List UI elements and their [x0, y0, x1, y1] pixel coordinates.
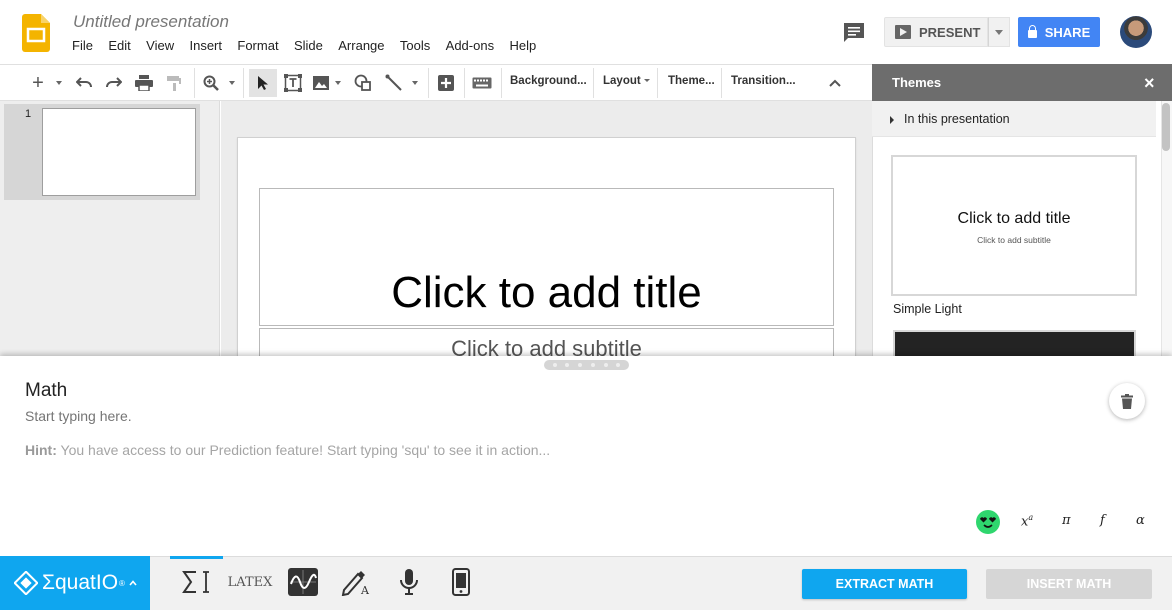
insert-math-button[interactable]: INSERT MATH — [986, 569, 1152, 599]
expand-arrow-icon — [890, 116, 894, 124]
comments-icon[interactable] — [842, 22, 866, 44]
zoom-dropdown-icon[interactable] — [226, 73, 238, 93]
menu-addons[interactable]: Add-ons — [446, 38, 494, 53]
extract-math-button[interactable]: EXTRACT MATH — [802, 569, 967, 599]
menu-file[interactable]: File — [72, 38, 93, 53]
avatar[interactable] — [1120, 16, 1152, 48]
menu-view[interactable]: View — [146, 38, 174, 53]
theme-preview-title: Click to add title — [957, 210, 1071, 227]
superscript-symbol-button[interactable]: xa — [1021, 513, 1033, 529]
new-slide-plus-icon[interactable]: + — [28, 72, 48, 94]
svg-text:A: A — [360, 584, 370, 596]
menu-edit[interactable]: Edit — [108, 38, 130, 53]
present-play-icon — [895, 25, 911, 39]
image-dropdown-icon[interactable] — [333, 73, 343, 93]
menu-tools[interactable]: Tools — [400, 38, 430, 53]
equatio-brand-label: ΣquatIO — [42, 571, 119, 594]
theme-name: Simple Light — [893, 302, 962, 316]
handwriting-pen-icon[interactable]: A — [340, 566, 372, 598]
print-icon[interactable] — [133, 73, 155, 93]
math-hint: Hint: You have access to our Prediction … — [25, 442, 550, 458]
mobile-phone-icon[interactable] — [449, 566, 473, 598]
keyboard-icon[interactable] — [471, 73, 493, 93]
trash-icon[interactable] — [1109, 383, 1145, 419]
equatio-brand-button[interactable]: ΣquatIO ® — [0, 556, 150, 610]
shape-icon[interactable] — [352, 73, 374, 93]
hint-prefix: Hint: — [25, 442, 57, 458]
latex-editor-button[interactable]: LATEX — [228, 566, 273, 598]
math-editor-sigma-icon[interactable] — [180, 566, 212, 598]
theme-button[interactable]: Theme... — [668, 75, 715, 87]
present-label: PRESENT — [919, 24, 981, 40]
undo-icon[interactable] — [73, 73, 95, 93]
menu-slide[interactable]: Slide — [294, 38, 323, 53]
slide-thumbnail[interactable] — [42, 108, 196, 196]
line-dropdown-icon[interactable] — [409, 73, 421, 93]
theme-card-dark[interactable] — [893, 330, 1136, 356]
layout-dropdown-icon — [643, 79, 650, 83]
emoji-heart-eyes-icon[interactable] — [976, 510, 1000, 534]
math-input[interactable] — [25, 408, 525, 424]
background-button[interactable]: Background... — [510, 75, 587, 87]
transition-button[interactable]: Transition... — [731, 75, 796, 87]
present-dropdown-button[interactable] — [988, 17, 1010, 47]
panel-drag-handle[interactable] — [544, 360, 629, 370]
present-button[interactable]: PRESENT — [884, 17, 988, 47]
in-this-presentation-section[interactable]: In this presentation — [872, 101, 1156, 137]
text-box-icon[interactable] — [283, 73, 303, 93]
equatio-logo-icon — [14, 571, 38, 595]
active-tab-indicator — [170, 556, 223, 559]
menu-insert[interactable]: Insert — [189, 38, 222, 53]
menu-bar: File Edit View Insert Format Slide Arran… — [72, 38, 552, 53]
select-arrow-icon[interactable] — [249, 69, 277, 97]
new-slide-dropdown-icon[interactable] — [52, 73, 66, 93]
slide-number: 1 — [25, 108, 32, 120]
add-comment-icon[interactable] — [436, 73, 456, 93]
app-header: Untitled presentation File Edit View Ins… — [0, 0, 1172, 64]
menu-help[interactable]: Help — [509, 38, 536, 53]
zoom-icon[interactable] — [200, 73, 222, 93]
theme-preview-subtitle: Click to add subtitle — [977, 235, 1051, 245]
pi-symbol-button[interactable]: π — [1062, 513, 1071, 528]
share-label: SHARE — [1044, 24, 1091, 40]
graph-editor-icon[interactable] — [286, 566, 320, 598]
close-icon[interactable]: × — [1144, 73, 1155, 94]
layout-label: Layout — [603, 75, 641, 87]
toolbar: + Background... Layout Theme... Transiti… — [0, 64, 872, 101]
speech-input-microphone-icon[interactable] — [396, 566, 422, 598]
paint-format-icon[interactable] — [163, 73, 185, 93]
menu-arrange[interactable]: Arrange — [338, 38, 384, 53]
alpha-symbol-button[interactable]: α — [1136, 513, 1145, 528]
themes-scrollbar-thumb[interactable] — [1162, 103, 1170, 151]
share-button[interactable]: SHARE — [1018, 17, 1100, 47]
themes-panel-title: Themes — [892, 75, 942, 90]
line-icon[interactable] — [383, 73, 405, 93]
menu-format[interactable]: Format — [237, 38, 278, 53]
collapse-toolbar-chevron-up-icon[interactable] — [826, 73, 844, 93]
section-label: In this presentation — [904, 112, 1010, 126]
image-icon[interactable] — [311, 73, 331, 93]
hint-text: You have access to our Prediction featur… — [56, 442, 551, 458]
lock-icon — [1027, 25, 1037, 38]
function-symbol-button[interactable]: f — [1100, 513, 1105, 528]
slide-title-placeholder[interactable]: Click to add title — [259, 268, 834, 318]
math-heading: Math — [25, 380, 68, 401]
superscript-exponent: a — [1028, 513, 1034, 522]
slides-logo-icon[interactable] — [22, 14, 50, 52]
layout-button[interactable]: Layout — [603, 75, 650, 87]
registered-mark: ® — [119, 578, 125, 588]
redo-icon[interactable] — [103, 73, 125, 93]
chevron-up-icon — [129, 580, 137, 586]
themes-panel-header: Themes × — [872, 64, 1172, 101]
document-title[interactable]: Untitled presentation — [73, 12, 229, 32]
